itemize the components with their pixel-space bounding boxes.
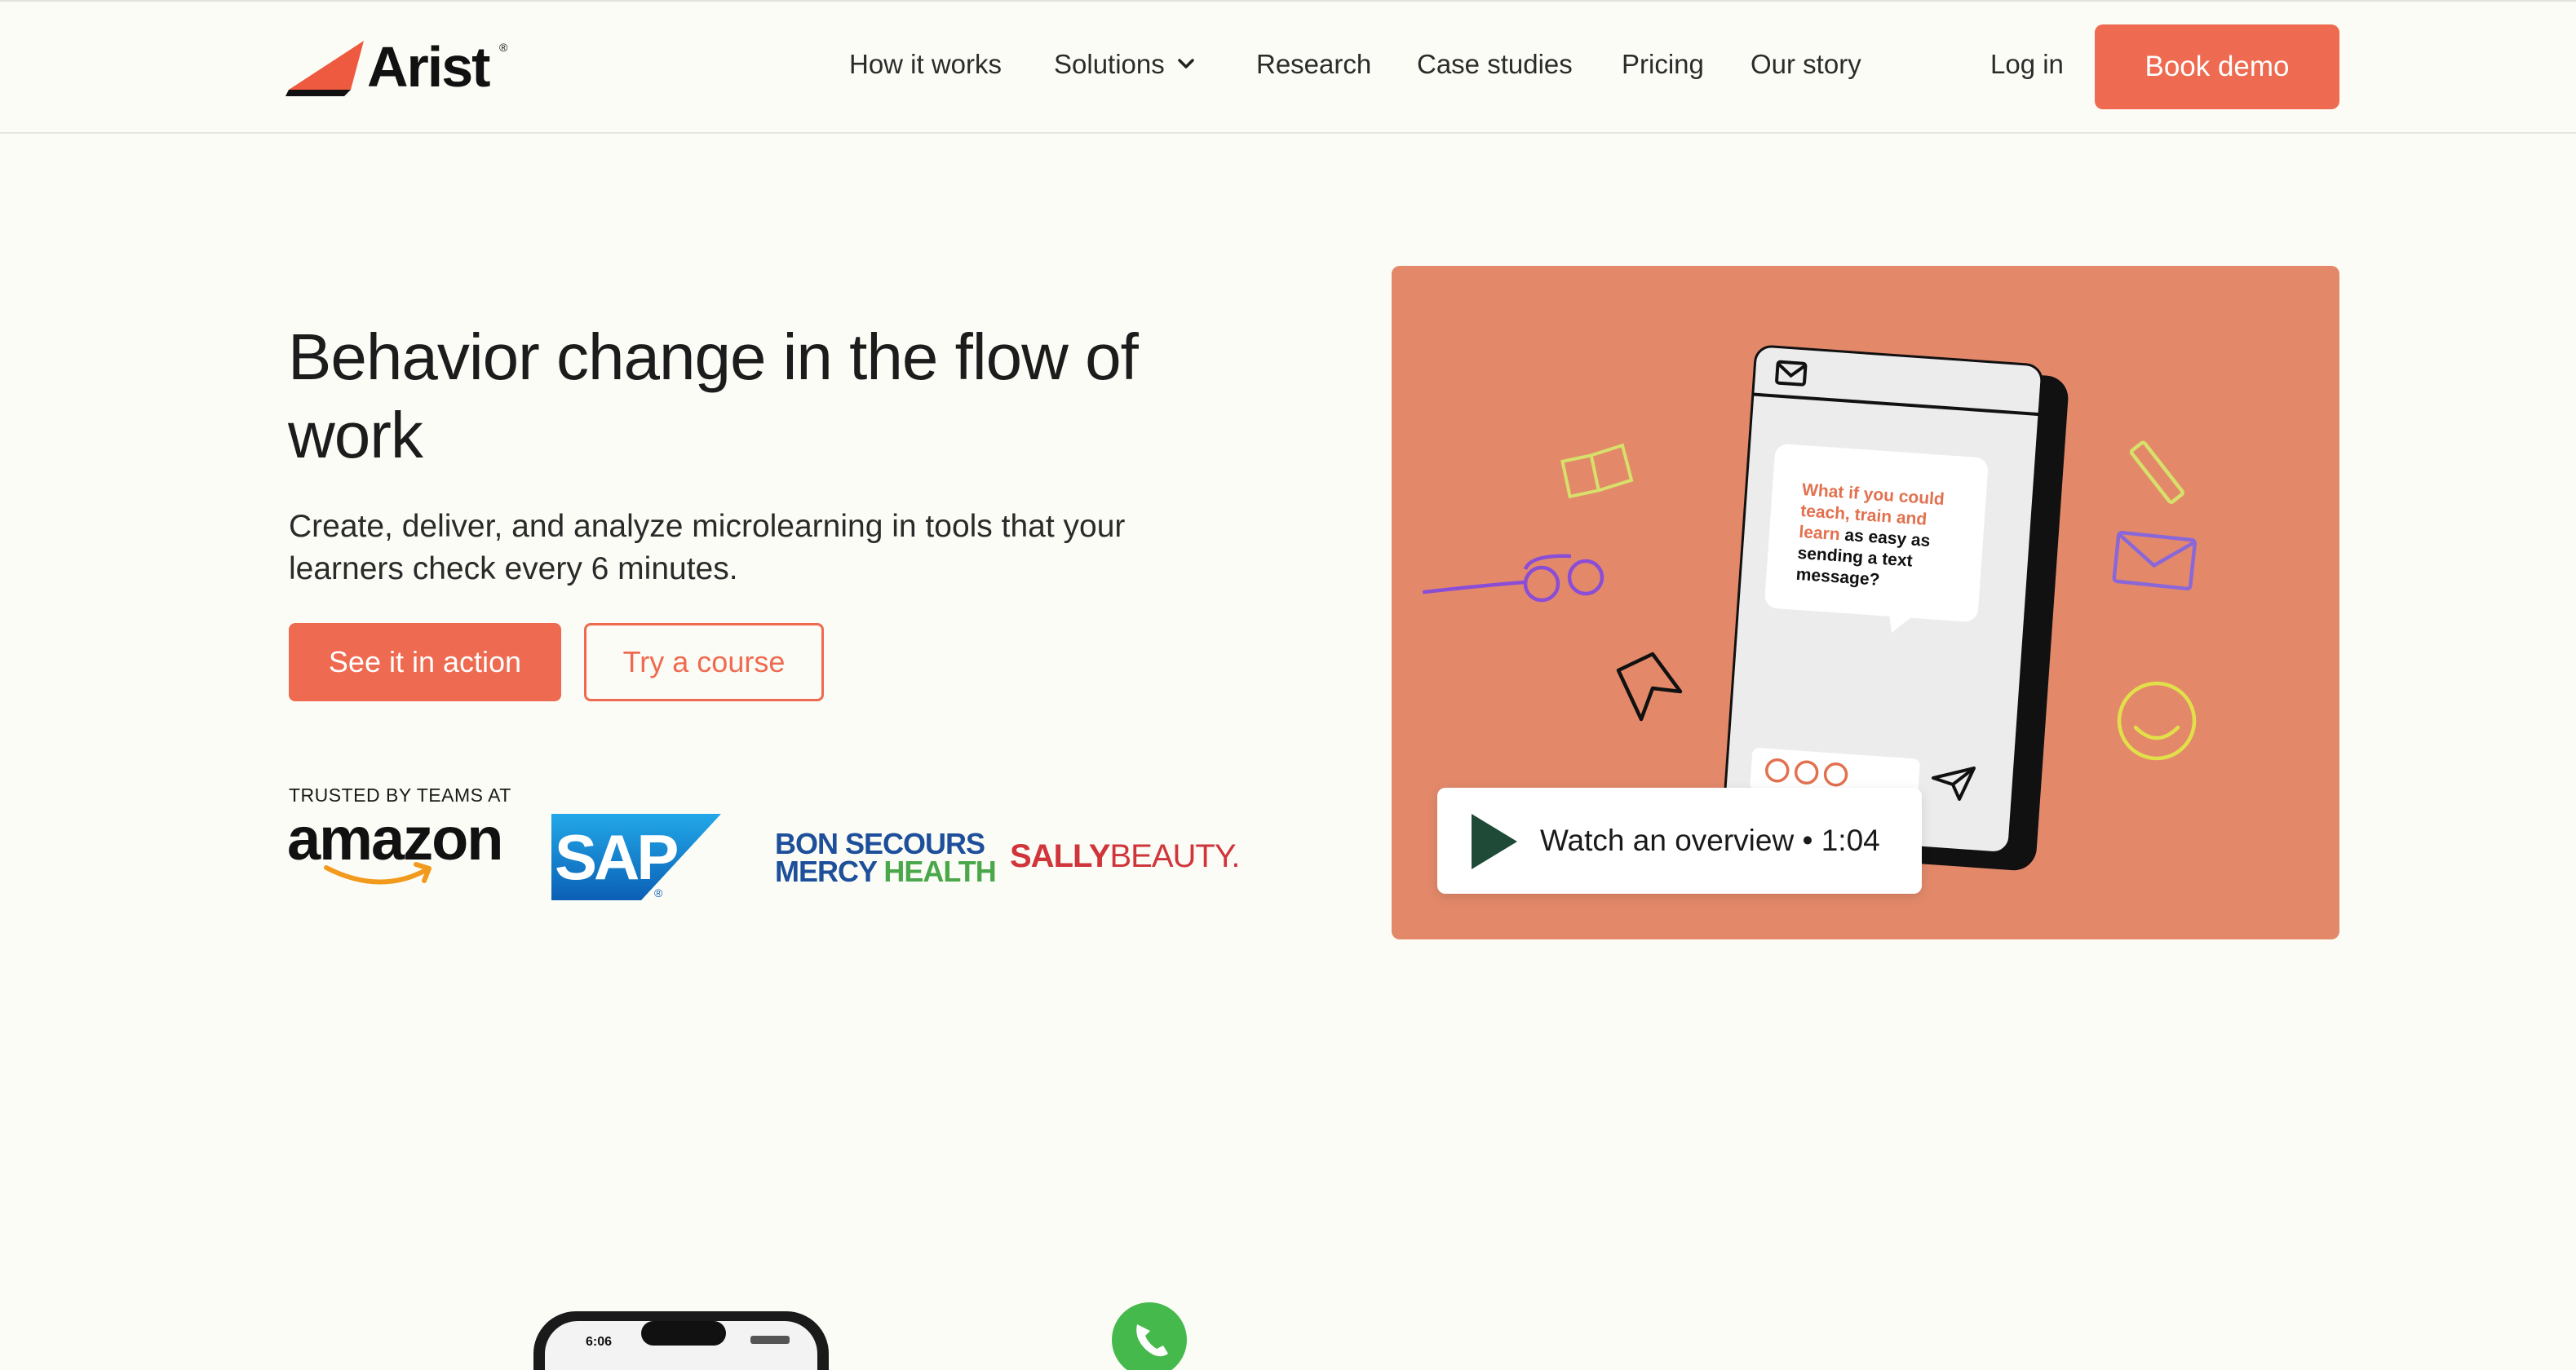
pencil-icon xyxy=(2129,440,2184,504)
watch-overview-button[interactable]: Watch an overview • 1:04 xyxy=(1437,788,1922,894)
nav-our-story[interactable]: Our story xyxy=(1751,49,1861,80)
try-a-course-button[interactable]: Try a course xyxy=(584,623,824,701)
book-demo-button[interactable]: Book demo xyxy=(2095,24,2339,109)
logo-text: Arist xyxy=(367,35,490,99)
hero-title: Behavior change in the flow of work xyxy=(288,320,1139,471)
watch-overview-label: Watch an overview • 1:04 xyxy=(1540,824,1880,857)
arist-logo[interactable]: Arist ® xyxy=(285,35,514,99)
arist-logo-mark-icon xyxy=(285,41,364,96)
site-header: Arist ® How it works Solutions Research … xyxy=(0,0,2576,134)
envelope-icon xyxy=(2112,530,2197,591)
bsmh-mercy: MERCY xyxy=(775,855,877,888)
sally-beauty-logo: SALLYBEAUTY. xyxy=(1010,838,1240,875)
beauty-word: BEAUTY. xyxy=(1109,838,1240,874)
logo-registered-mark: ® xyxy=(499,41,508,54)
chevron-down-icon[interactable] xyxy=(1175,52,1197,75)
phone-time: 6:06 xyxy=(586,1335,612,1349)
bsmh-health: HEALTH xyxy=(883,855,996,888)
smiley-icon xyxy=(2117,681,2197,761)
sap-logo: SAP ® xyxy=(551,814,721,900)
login-link[interactable]: Log in xyxy=(1990,49,2064,80)
chat-bubble-text: What if you could teach, train and learn… xyxy=(1795,480,1974,597)
video-duration: 1:04 xyxy=(1821,824,1880,857)
bon-secours-mercy-health-logo: BON SECOURS MERCY HEALTH xyxy=(775,827,997,888)
nav-how-it-works[interactable]: How it works xyxy=(849,49,1002,80)
nav-pricing[interactable]: Pricing xyxy=(1622,49,1704,80)
phone-preview-image: 6:06 xyxy=(533,1311,829,1370)
whatsapp-icon xyxy=(1112,1302,1187,1370)
sap-logo-text: SAP xyxy=(555,821,677,893)
glasses-icon xyxy=(1422,554,1604,603)
svg-text:®: ® xyxy=(654,886,663,899)
trusted-by-label: TRUSTED BY TEAMS AT xyxy=(289,784,511,806)
bsmh-line-1: BON SECOURS xyxy=(775,827,985,860)
nav-case-studies[interactable]: Case studies xyxy=(1417,49,1573,80)
play-icon xyxy=(1472,814,1517,869)
see-it-in-action-button[interactable]: See it in action xyxy=(289,623,561,701)
book-icon xyxy=(1560,443,1634,499)
hero-subtitle: Create, deliver, and analyze microlearni… xyxy=(289,509,1126,586)
cursor-icon xyxy=(1616,652,1683,722)
nav-research[interactable]: Research xyxy=(1256,49,1371,80)
nav-solutions[interactable]: Solutions xyxy=(1054,49,1165,80)
sally-word: SALLY xyxy=(1010,838,1110,874)
amazon-smile-icon xyxy=(324,862,432,885)
